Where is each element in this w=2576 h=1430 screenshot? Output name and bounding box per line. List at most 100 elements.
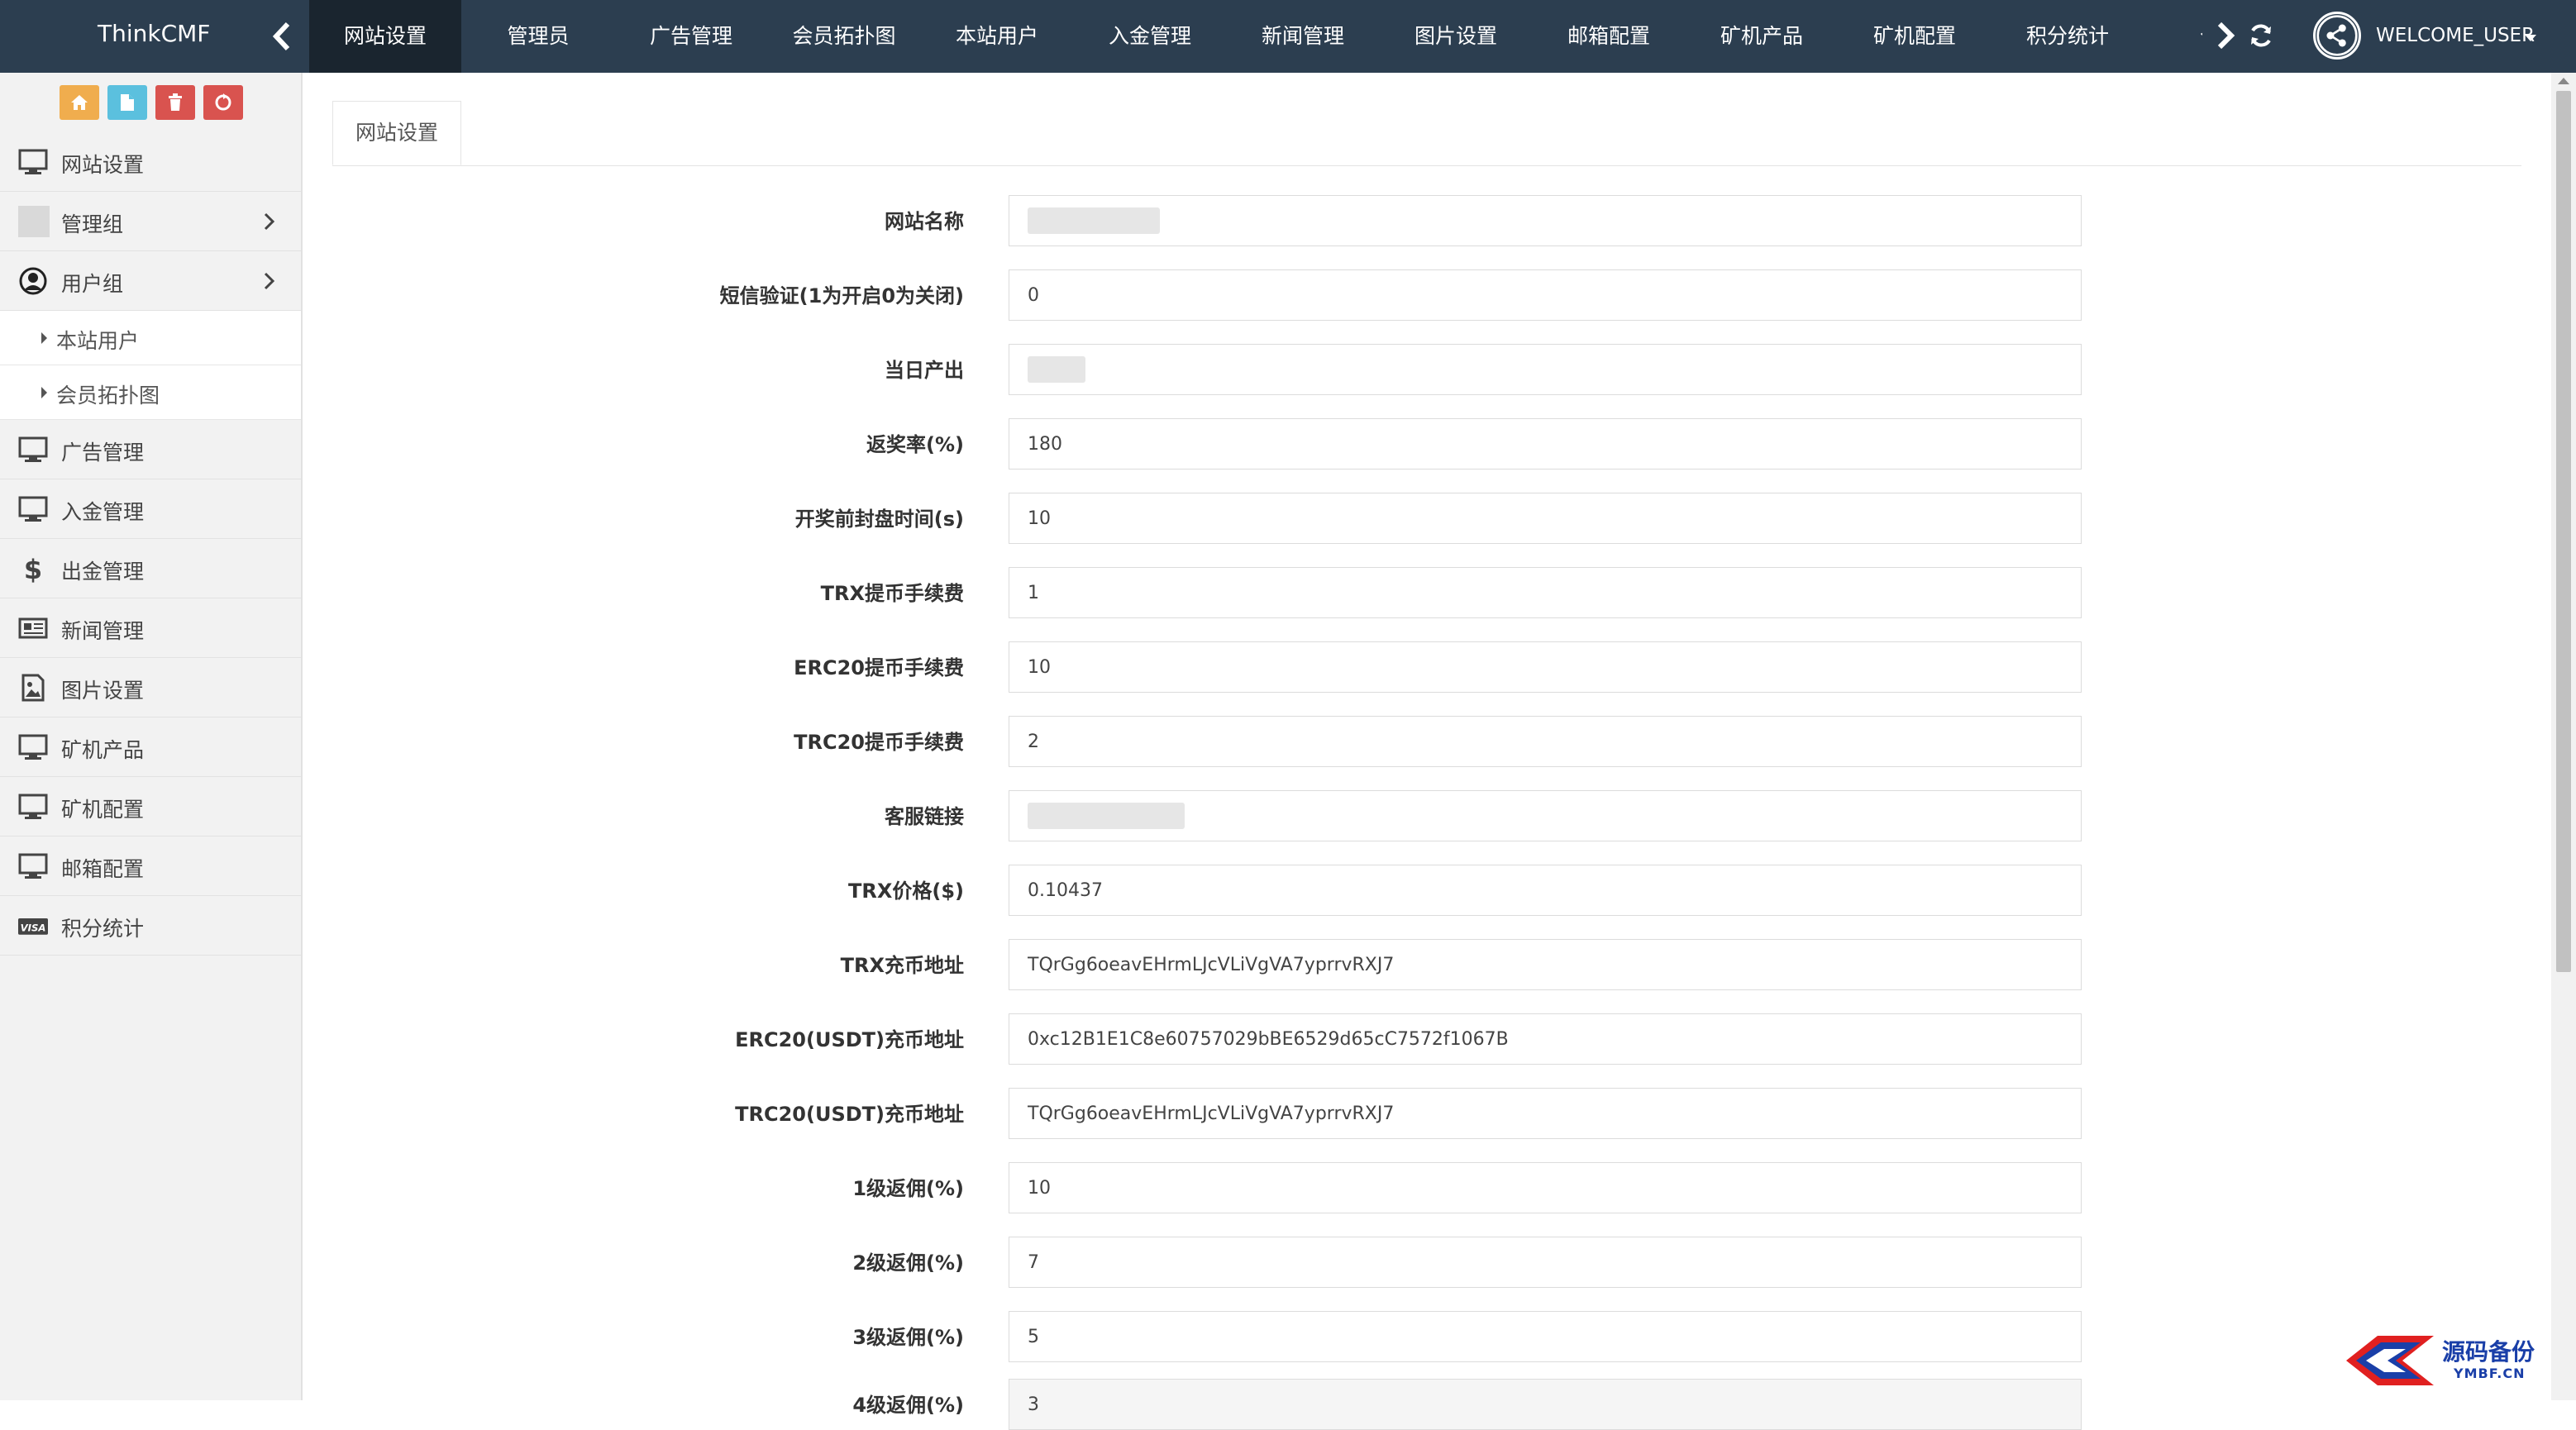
nav-tab-email[interactable]: 邮箱配置 xyxy=(1533,0,1685,73)
field-label: 3级返佣(%) xyxy=(852,1326,964,1349)
trc20-address-input[interactable] xyxy=(1009,1088,2082,1139)
close-time-input[interactable] xyxy=(1009,493,2082,544)
sidebar-item-label: 入金管理 xyxy=(61,500,145,524)
sidebar-item-miner-config[interactable]: 矿机配置 xyxy=(0,777,301,837)
sidebar-item-deposit[interactable]: 入金管理 xyxy=(0,479,301,539)
field-label: TRC20提币手续费 xyxy=(794,731,964,754)
dollar-icon: $ xyxy=(24,555,42,583)
watermark: 源码备份 YMBF.CN xyxy=(2345,1326,2559,1397)
form-row-trx-address: TRX充币地址 xyxy=(332,939,2085,990)
field-label: 当日产出 xyxy=(885,359,964,382)
nav-tab-member-topology[interactable]: 会员拓扑图 xyxy=(768,0,920,73)
user-menu[interactable]: WELCOME_USER xyxy=(2313,12,2553,61)
shortcut-bar xyxy=(0,73,303,133)
erc20-address-input[interactable] xyxy=(1009,1013,2082,1065)
trx-address-input[interactable] xyxy=(1009,939,2082,990)
form-row-trx-price: TRX价格($) xyxy=(332,865,2085,916)
sidebar-item-label: 出金管理 xyxy=(61,560,145,584)
nav-tab-admins[interactable]: 管理员 xyxy=(462,0,614,73)
sidebar-item-user-group[interactable]: 用户组 xyxy=(0,251,301,311)
nav-tab-personal[interactable]: 个人 xyxy=(2144,0,2202,73)
form-row-sms-verify: 短信验证(1为开启0为关闭) xyxy=(332,269,2085,321)
sms-verify-input[interactable] xyxy=(1009,269,2082,321)
form-row-level1-rebate: 1级返佣(%) xyxy=(332,1162,2085,1213)
level3-rebate-input[interactable] xyxy=(1009,1311,2082,1362)
nav-tab-miner-products[interactable]: 矿机产品 xyxy=(1686,0,1838,73)
sidebar-item-label: 矿机配置 xyxy=(61,798,145,822)
nav-tab-news[interactable]: 新闻管理 xyxy=(1227,0,1379,73)
image-placeholder-icon xyxy=(18,206,50,237)
shortcut-recycle-button[interactable] xyxy=(203,85,243,120)
submenu-item-site-users[interactable]: 本站用户 xyxy=(0,311,301,365)
field-label: ERC20(USDT)充币地址 xyxy=(735,1028,964,1051)
site-name-input[interactable] xyxy=(1009,195,2082,246)
sidebar-item-miner-products[interactable]: 矿机产品 xyxy=(0,717,301,777)
sidebar-item-points[interactable]: VISA 积分统计 xyxy=(0,896,301,956)
caret-right-icon xyxy=(41,332,47,344)
brand-title[interactable]: ThinkCMF xyxy=(98,20,210,47)
refresh-icon[interactable] xyxy=(2247,21,2275,50)
shortcut-trash-button[interactable] xyxy=(155,85,195,120)
monitor-icon xyxy=(18,794,48,819)
nav-tab-site-users[interactable]: 本站用户 xyxy=(921,0,1073,73)
tab-site-settings[interactable]: 网站设置 xyxy=(332,101,461,165)
watermark-subtext: YMBF.CN xyxy=(2454,1366,2526,1381)
sidebar-item-email[interactable]: 邮箱配置 xyxy=(0,837,301,896)
shortcut-home-button[interactable] xyxy=(60,85,99,120)
monitor-icon xyxy=(18,496,48,522)
submenu-item-label: 本站用户 xyxy=(56,329,140,353)
scrollbar-thumb[interactable] xyxy=(2556,91,2571,972)
form-row-level4-rebate: 4级返佣(%) xyxy=(332,1379,2085,1430)
sidebar-item-site-settings[interactable]: 网站设置 xyxy=(0,132,301,192)
newspaper-icon xyxy=(18,617,48,639)
trx-fee-input[interactable] xyxy=(1009,567,2082,618)
service-link-input[interactable] xyxy=(1009,790,2082,841)
nav-tab-images[interactable]: 图片设置 xyxy=(1380,0,1532,73)
watermark-logo-icon xyxy=(2346,1336,2434,1385)
sidebar-item-ads[interactable]: 广告管理 xyxy=(0,420,301,479)
form-row-trx-fee: TRX提币手续费 xyxy=(332,567,2085,618)
field-label: TRX价格($) xyxy=(848,879,964,903)
monitor-icon xyxy=(18,853,48,879)
sidebar-item-label: 积分统计 xyxy=(61,917,145,941)
scroll-up-arrow-icon[interactable] xyxy=(2558,78,2569,84)
file-icon xyxy=(121,94,134,111)
erc20-fee-input[interactable] xyxy=(1009,641,2082,693)
nav-tab-ads[interactable]: 广告管理 xyxy=(615,0,767,73)
sidebar: 网站设置 管理组 用户组 本站用户 会员拓扑图 广告管理 入金管理 $ 出金管理… xyxy=(0,73,303,1400)
user-circle-icon xyxy=(19,267,47,295)
form-row-site-name: 网站名称 xyxy=(332,195,2085,246)
page-scrollbar[interactable] xyxy=(2551,73,2576,1400)
payout-rate-input[interactable] xyxy=(1009,418,2082,470)
share-avatar-icon xyxy=(2313,12,2361,60)
chevron-left-icon[interactable] xyxy=(270,21,294,51)
daily-output-input[interactable] xyxy=(1009,344,2082,395)
sidebar-item-label: 邮箱配置 xyxy=(61,857,145,881)
form-row-daily-output: 当日产出 xyxy=(332,344,2085,395)
nav-tab-site-settings[interactable]: 网站设置 xyxy=(309,0,461,73)
level4-rebate-input[interactable] xyxy=(1009,1379,2082,1430)
chevron-right-icon[interactable] xyxy=(2216,21,2235,50)
form-row-close-time: 开奖前封盘时间(s) xyxy=(332,493,2085,544)
level2-rebate-input[interactable] xyxy=(1009,1237,2082,1288)
brand-area: ThinkCMF xyxy=(0,0,303,73)
sidebar-item-images[interactable]: 图片设置 xyxy=(0,658,301,717)
nav-tab-points[interactable]: 积分统计 xyxy=(1992,0,2144,73)
trx-price-input[interactable] xyxy=(1009,865,2082,916)
form-row-erc20-fee: ERC20提币手续费 xyxy=(332,641,2085,693)
svg-text:VISA: VISA xyxy=(21,922,46,933)
sidebar-item-withdraw[interactable]: $ 出金管理 xyxy=(0,539,301,598)
shortcut-file-button[interactable] xyxy=(107,85,147,120)
trc20-fee-input[interactable] xyxy=(1009,716,2082,767)
field-label: 1级返佣(%) xyxy=(852,1177,964,1200)
sidebar-item-news[interactable]: 新闻管理 xyxy=(0,598,301,658)
home-icon xyxy=(71,95,88,110)
field-label: 开奖前封盘时间(s) xyxy=(794,508,964,531)
sidebar-item-admin-group[interactable]: 管理组 xyxy=(0,192,301,251)
submenu-item-member-topology[interactable]: 会员拓扑图 xyxy=(0,365,301,420)
username-label: WELCOME_USER xyxy=(2376,25,2535,46)
nav-tab-miner-config[interactable]: 矿机配置 xyxy=(1839,0,1991,73)
watermark-text: 源码备份 xyxy=(2442,1338,2535,1366)
nav-tab-deposit[interactable]: 入金管理 xyxy=(1074,0,1226,73)
level1-rebate-input[interactable] xyxy=(1009,1162,2082,1213)
